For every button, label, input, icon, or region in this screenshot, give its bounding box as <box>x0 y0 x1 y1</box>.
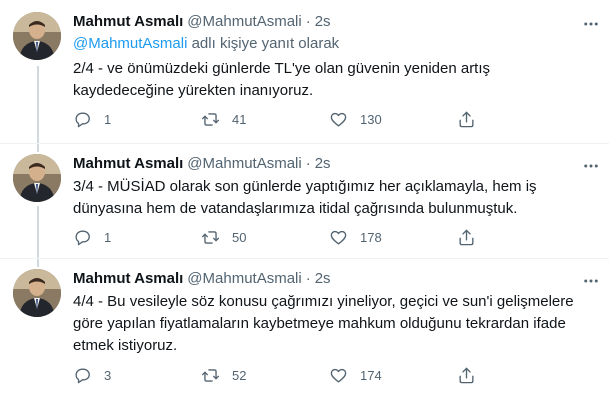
reply-icon <box>75 368 90 384</box>
retweet-count: 41 <box>232 112 247 127</box>
author-handle[interactable]: @MahmutAsmali <box>187 154 301 174</box>
heart-icon <box>330 230 347 245</box>
reply-count: 1 <box>104 112 112 127</box>
tweet[interactable]: Mahmut Asmalı @MahmutAsmali · 2s @Mahmut… <box>0 0 609 143</box>
thread-connector <box>37 259 39 267</box>
heart-icon <box>330 112 347 127</box>
like-button[interactable]: 174 <box>329 366 457 385</box>
more-icon[interactable] <box>581 14 601 34</box>
more-icon[interactable] <box>581 271 601 291</box>
share-icon <box>459 367 474 384</box>
thread-connector <box>37 206 39 259</box>
author-handle[interactable]: @MahmutAsmali <box>187 269 301 289</box>
reply-count: 1 <box>104 230 112 245</box>
timestamp[interactable]: 2s <box>315 154 331 174</box>
timestamp[interactable]: 2s <box>315 12 331 32</box>
avatar[interactable] <box>13 154 61 202</box>
author-name[interactable]: Mahmut Asmalı <box>73 12 183 32</box>
reply-count: 3 <box>104 368 112 383</box>
tweet-thread: Mahmut Asmalı @MahmutAsmali · 2s @Mahmut… <box>0 0 609 403</box>
share-button[interactable] <box>457 366 476 385</box>
tweet[interactable]: Mahmut Asmalı @MahmutAsmali · 2s 3/4 - M… <box>0 143 609 259</box>
avatar[interactable] <box>13 269 61 317</box>
like-count: 130 <box>360 112 382 127</box>
share-button[interactable] <box>457 110 476 129</box>
reply-button[interactable]: 1 <box>73 110 201 129</box>
tweet-text: 3/4 - MÜSİAD olarak son günlerde yaptığı… <box>73 178 537 217</box>
separator-dot: · <box>305 13 311 30</box>
share-button[interactable] <box>457 228 476 247</box>
author-name[interactable]: Mahmut Asmalı <box>73 269 183 289</box>
separator-dot: · <box>305 270 311 287</box>
tweet-text: 4/4 - Bu vesileyle söz konusu çağrımızı … <box>73 293 574 354</box>
like-count: 174 <box>360 368 382 383</box>
share-icon <box>459 229 474 246</box>
tweet-actions: 1 41 130 <box>73 110 503 129</box>
like-button[interactable]: 130 <box>329 110 457 129</box>
reply-button[interactable]: 1 <box>73 228 201 247</box>
reply-context-text: adlı kişiye yanıt olarak <box>187 35 340 52</box>
tweet[interactable]: Mahmut Asmalı @MahmutAsmali · 2s 4/4 - B… <box>0 258 609 403</box>
timestamp[interactable]: 2s <box>315 269 331 289</box>
avatar[interactable] <box>13 12 61 60</box>
reply-context: @MahmutAsmali adlı kişiye yanıt olarak <box>73 34 595 54</box>
retweet-icon <box>201 231 220 244</box>
reply-icon <box>75 230 90 246</box>
author-name[interactable]: Mahmut Asmalı <box>73 154 183 174</box>
retweet-count: 50 <box>232 230 247 245</box>
more-icon[interactable] <box>581 156 601 176</box>
separator-dot: · <box>305 155 311 172</box>
reply-icon <box>75 112 90 128</box>
tweet-actions: 3 52 174 <box>73 366 503 385</box>
retweet-icon <box>201 113 220 126</box>
like-count: 178 <box>360 230 382 245</box>
reply-button[interactable]: 3 <box>73 366 201 385</box>
reply-mention-link[interactable]: @MahmutAsmali <box>73 35 187 52</box>
author-handle[interactable]: @MahmutAsmali <box>187 12 301 32</box>
tweet-actions: 1 50 178 <box>73 228 503 247</box>
retweet-button[interactable]: 52 <box>201 366 329 385</box>
retweet-icon <box>201 369 220 382</box>
retweet-count: 52 <box>232 368 247 383</box>
like-button[interactable]: 178 <box>329 228 457 247</box>
tweet-text: 2/4 - ve önümüzdeki günlerde TL'ye olan … <box>73 60 491 99</box>
thread-connector <box>37 66 39 143</box>
share-icon <box>459 111 474 128</box>
heart-icon <box>330 368 347 383</box>
retweet-button[interactable]: 50 <box>201 228 329 247</box>
thread-connector <box>37 144 39 152</box>
retweet-button[interactable]: 41 <box>201 110 329 129</box>
